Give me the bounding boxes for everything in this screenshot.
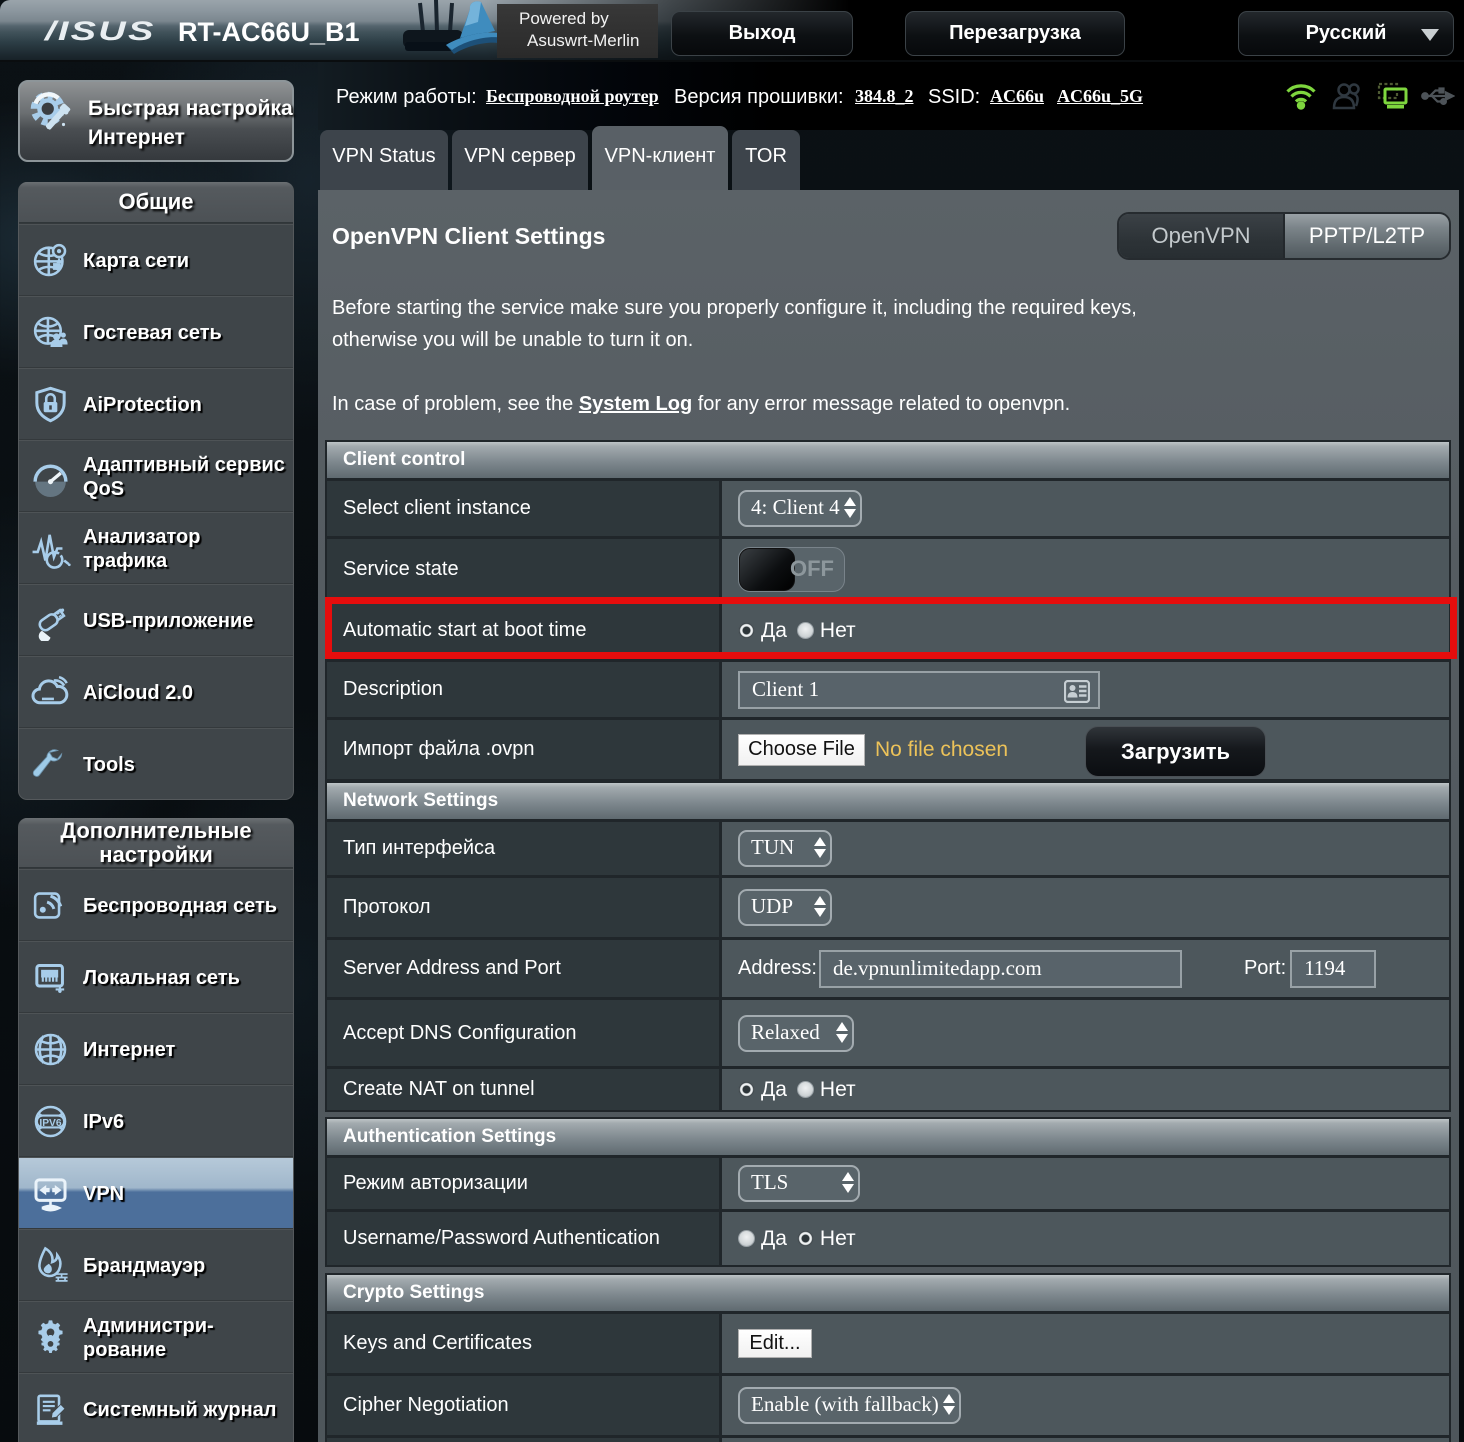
svg-text:IPV6: IPV6: [39, 1118, 62, 1129]
